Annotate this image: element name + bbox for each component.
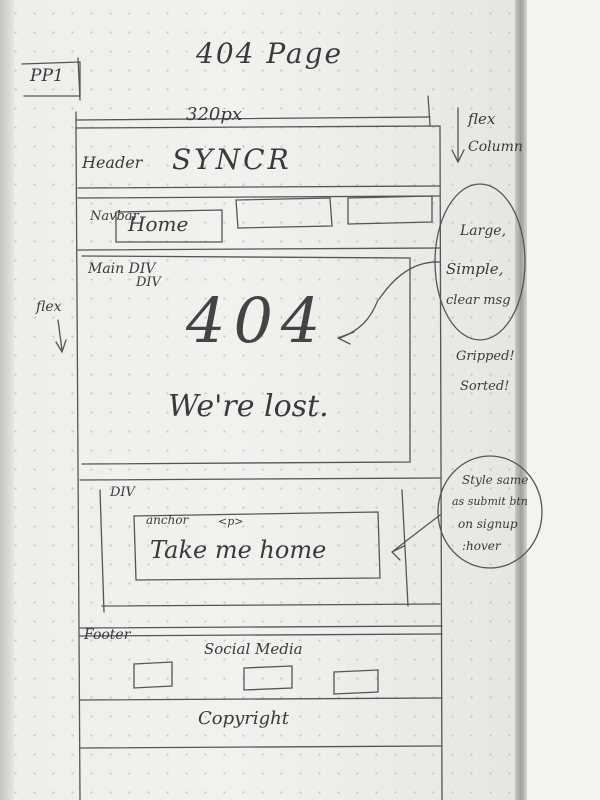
cta-anchor-label: anchor [146,513,189,527]
footer-copyright: Copyright [198,708,290,729]
main-inner-label: DIV [136,275,161,290]
main-flex-tag: flex [36,299,62,315]
outer-frame-left [75,127,81,800]
social-box-2 [243,665,293,691]
header-label: Header [82,153,143,172]
social-box-1 [133,661,173,689]
note-sorted: Sorted! [460,379,510,394]
note-style-same: Style same [462,473,529,487]
header-brand: SYNCR [172,143,292,176]
cta-p-label: <p> [218,515,244,528]
nav-home: Home [128,212,189,236]
page-tag: PP1 [30,66,64,86]
header-divider [77,185,441,189]
width-arrow [75,116,431,121]
cta-div-left [99,489,105,613]
error-code: 404 [186,284,329,357]
cta-take-me-home[interactable]: Take me home [150,538,326,562]
note-simple: Simple, [446,260,504,278]
nav-box-2 [235,197,333,229]
cta-div-label: DIV [110,485,135,500]
note-gripped: Gripped! [456,349,515,364]
note-clear-msg: clear msg [446,293,511,308]
sheet-title: 404 Page [196,37,344,70]
note-hover: :hover [462,539,501,553]
footer-label: Footer [84,627,131,643]
error-message: We're lost. [168,389,329,424]
footer-top-line [79,625,443,629]
footer-divider [79,697,443,701]
flex-note: flex [468,110,496,128]
note-large: Large, [460,223,507,239]
main-label: Main DIV [88,261,156,277]
social-box-3 [333,669,379,695]
width-label: 320px [186,104,243,125]
nav-box-3 [347,195,433,225]
footer-social: Social Media [204,640,303,658]
nav-divider [77,247,441,251]
note-submit-btn: as submit btn [452,495,528,508]
note-on-signup: on signup [458,517,518,531]
flex-note-column: Column [468,139,523,155]
